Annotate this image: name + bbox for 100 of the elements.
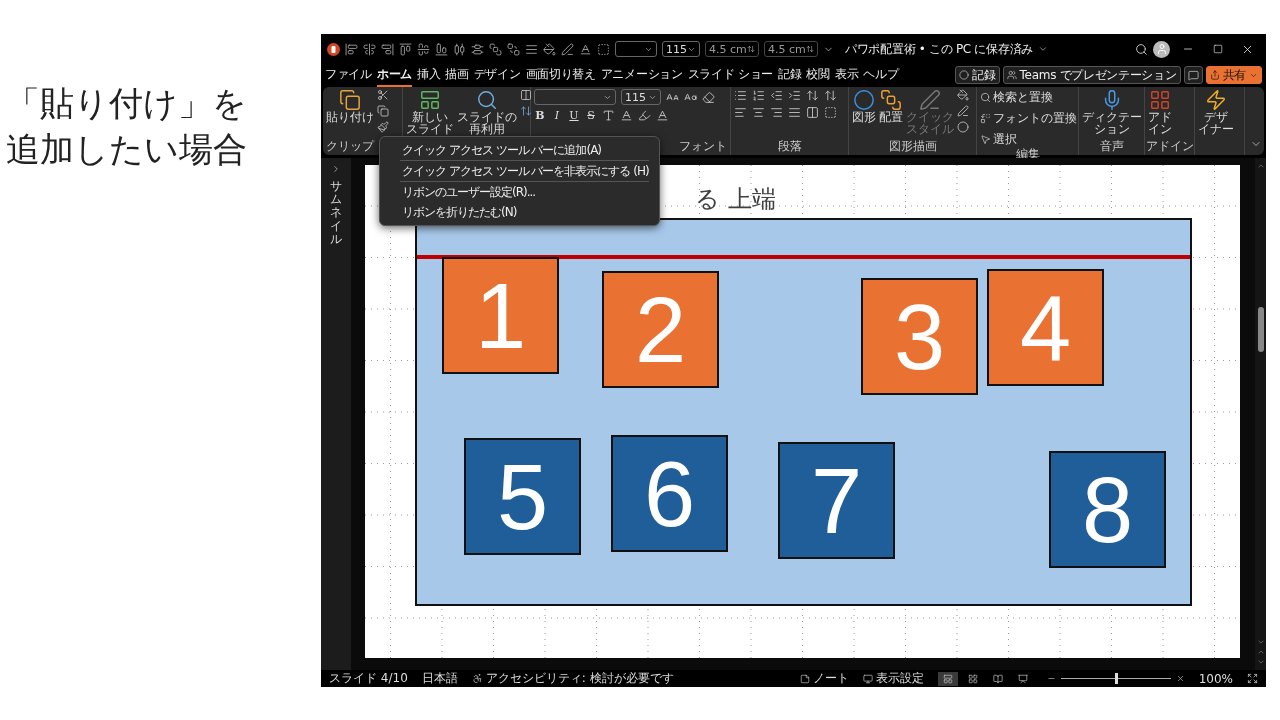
text-direction-icon[interactable] (824, 89, 837, 102)
text-align-icon[interactable] (824, 106, 837, 119)
maximize-icon[interactable] (1212, 44, 1223, 54)
slide-icon[interactable] (419, 89, 441, 111)
grid-icon[interactable] (967, 673, 978, 684)
font-color-icon[interactable] (656, 109, 669, 122)
fit-slide-icon[interactable] (1247, 673, 1258, 684)
numbered-list-icon[interactable] (752, 89, 765, 102)
scrollbar-thumb[interactable] (1257, 307, 1264, 352)
font-name-field[interactable] (534, 89, 616, 105)
ribbon-tab[interactable]: スライド ショー (687, 63, 774, 87)
align-icon[interactable] (381, 42, 394, 56)
align-center-icon[interactable] (752, 106, 765, 119)
distribute-icon[interactable] (471, 42, 484, 56)
search-icon[interactable] (1135, 42, 1148, 56)
grid-icon[interactable] (1149, 89, 1171, 111)
comment-button[interactable] (1183, 66, 1203, 84)
outline-icon[interactable] (561, 42, 574, 56)
normal-view-icon[interactable] (942, 673, 953, 684)
accessibility-status[interactable]: アクセシビリティ: 検討が必要です (471, 670, 674, 687)
people-icon[interactable] (1006, 70, 1017, 80)
record-button[interactable]: 記録 (955, 66, 1000, 84)
format-letter-button[interactable]: I (551, 109, 563, 122)
indent-icon[interactable] (788, 89, 801, 102)
ribbon-tab[interactable]: ファイル (325, 63, 372, 87)
search-icon[interactable] (980, 92, 991, 103)
font-replace-button[interactable]: フォントの置換 (980, 110, 1077, 127)
highlighter-icon[interactable] (638, 109, 651, 122)
menu-item[interactable]: リボンのユーザー設定(R)... (380, 182, 649, 202)
ribbon-tab[interactable]: ヘルプ (863, 63, 899, 87)
bullet-list-icon[interactable] (734, 89, 747, 102)
book-icon[interactable] (992, 673, 1003, 684)
next-slide-icon[interactable] (1256, 658, 1265, 666)
align-left-icon[interactable] (734, 106, 747, 119)
comment-icon[interactable] (1187, 69, 1199, 81)
avatar-icon[interactable] (1153, 40, 1170, 58)
presentation-icon[interactable] (1017, 673, 1028, 684)
share-button[interactable]: 共有 (1205, 66, 1262, 84)
ribbon-tab[interactable]: 記録 (778, 63, 802, 87)
align-icon[interactable] (345, 42, 358, 56)
scroll-down-icon[interactable] (1256, 638, 1265, 646)
ribbon-tab[interactable]: 画面切り替え (525, 63, 596, 87)
paste-button[interactable]: 貼り付け (326, 89, 374, 123)
share-icon[interactable] (1209, 70, 1220, 80)
align-icon[interactable] (435, 42, 448, 56)
slide-search-icon[interactable] (476, 89, 498, 111)
layout-icon[interactable] (520, 89, 532, 101)
arrange-icon[interactable] (880, 89, 902, 111)
clear-format-icon[interactable] (702, 90, 715, 104)
display-settings-button[interactable]: 表示設定 (862, 670, 924, 687)
clipboard-icon[interactable] (339, 89, 361, 111)
pointer-icon[interactable] (980, 134, 991, 145)
ribbon-tab[interactable]: 描画 (445, 63, 469, 87)
ribbon-tab[interactable]: アニメーション (600, 63, 683, 87)
accessibility-icon[interactable] (471, 673, 483, 684)
fill-icon[interactable] (957, 89, 969, 101)
menu-item[interactable]: リボンを折りたたむ(N) (380, 202, 649, 222)
reuse-slide-button[interactable]: スライドの 再利用 (457, 89, 517, 135)
justify-icon[interactable] (788, 106, 801, 119)
ribbon-tab[interactable]: デザイン (473, 63, 521, 87)
previous-slide-icon[interactable] (1256, 648, 1265, 656)
align-icon[interactable] (363, 42, 376, 56)
format-letter-button[interactable]: S (585, 109, 597, 122)
new-slide-button[interactable]: 新しい スライド (406, 89, 454, 135)
find-replace-button[interactable]: 検索と置換 (980, 89, 1077, 106)
record-icon[interactable] (959, 70, 970, 80)
dictate-button[interactable]: ディクテー ション (1082, 89, 1142, 135)
chevron-down-icon[interactable] (1037, 44, 1048, 54)
format-letter-button[interactable]: U (568, 109, 580, 122)
align-icon[interactable] (399, 42, 412, 56)
view-button[interactable] (937, 671, 958, 686)
shapes-icon[interactable] (853, 89, 875, 111)
copy-icon[interactable] (377, 105, 389, 117)
select-button[interactable]: 選択 (980, 131, 1077, 148)
effects-icon[interactable] (957, 121, 969, 133)
teams-button[interactable]: Teams でプレゼンテーション (1002, 66, 1181, 84)
shapes-button[interactable]: 図形 (852, 89, 876, 123)
menu-item[interactable]: クイック アクセス ツール バーに追加(A) (380, 140, 649, 160)
lightning-icon[interactable] (1205, 89, 1227, 111)
scroll-up-icon[interactable] (1256, 162, 1265, 170)
outdent-icon[interactable] (770, 89, 783, 102)
outline-icon[interactable] (957, 105, 969, 117)
menu-item[interactable]: クイック アクセス ツール バーを非表示にする (H) (380, 161, 649, 181)
ribbon-tab[interactable]: 表示 (834, 63, 859, 87)
distribute-icon[interactable] (453, 42, 466, 56)
add-ins-button[interactable]: アド イン (1148, 89, 1172, 135)
cut-icon[interactable] (377, 89, 389, 101)
designer-button[interactable]: デザ イナー (1198, 89, 1234, 135)
align-icon[interactable] (417, 42, 430, 56)
ribbon-tab[interactable]: 校閲 (806, 63, 830, 87)
replace-icon[interactable] (980, 113, 991, 124)
text-box-icon[interactable] (597, 42, 610, 56)
ribbon-tab[interactable]: 挿入 (416, 63, 441, 87)
monitor-icon[interactable] (862, 673, 873, 684)
expand-icon[interactable] (331, 164, 341, 174)
layer-icon[interactable] (489, 42, 502, 56)
line-weight-icon[interactable] (525, 42, 538, 56)
dropdown-field[interactable] (615, 41, 657, 57)
columns-icon[interactable] (806, 106, 819, 119)
notes-icon[interactable] (799, 673, 810, 684)
